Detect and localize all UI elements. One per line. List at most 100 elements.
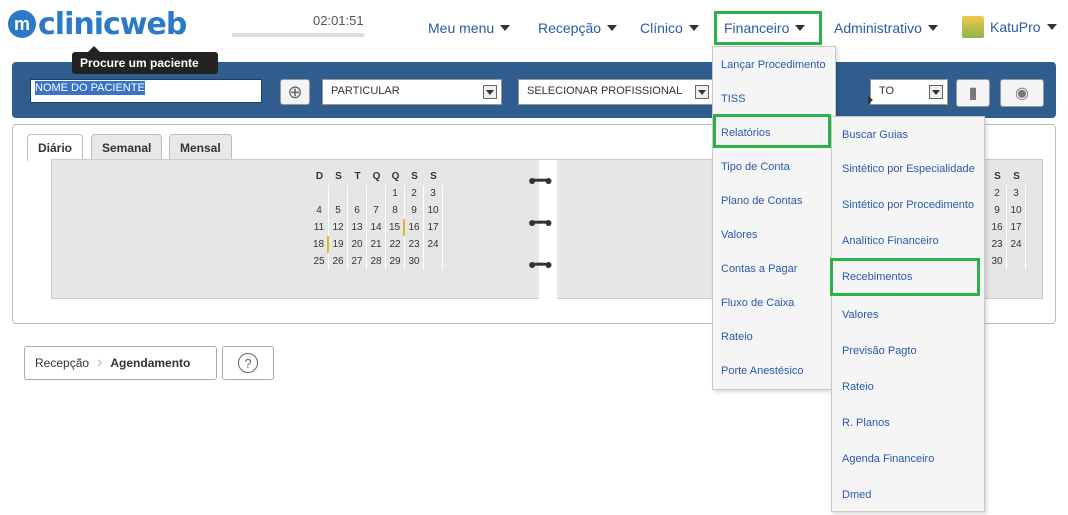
nav-meu-menu[interactable]: Meu menu [428,20,511,36]
menu-item-fluxo-de-caixa[interactable]: Fluxo de Caixa [721,297,794,309]
calendar-day[interactable]: 2 [405,185,424,202]
calendar-day[interactable]: 28 [367,253,386,270]
weekday-label: S [994,171,1001,182]
third-select[interactable]: TO [870,79,948,105]
calendar-day[interactable]: 2 [988,185,1007,202]
nav-clinico[interactable]: Clínico [640,20,699,36]
calendar-day[interactable]: 17 [1007,219,1026,236]
calendar-day[interactable]: 8 [386,202,405,219]
chevron-down-icon [688,25,699,31]
help-button[interactable]: ? [222,346,274,380]
plan-select[interactable]: PARTICULAR [322,79,502,105]
calendar-day[interactable] [367,185,386,202]
calendar-day[interactable]: 29 [386,253,405,270]
calendar-day[interactable] [1007,253,1026,270]
submenu-item-dmed[interactable]: Dmed [842,489,871,501]
calendar-day[interactable]: 21 [367,236,386,253]
calendar-day[interactable]: 16 [988,219,1007,236]
submenu-item-valores[interactable]: Valores [842,309,878,321]
calendar-day[interactable]: 11 [310,219,329,236]
nav-label: Meu menu [428,20,495,36]
financeiro-menu: Lançar Procedimento TISS Relatórios Tipo… [712,46,836,390]
nav-administrativo[interactable]: Administrativo [834,20,938,36]
calendar-day[interactable]: 20 [348,236,367,253]
plan-select-value: PARTICULAR [331,85,400,97]
calendar-day[interactable]: 17 [424,219,443,236]
calendar-day[interactable]: 3 [1007,185,1026,202]
breadcrumb-root[interactable]: Recepção [35,356,89,370]
submenu-item-agenda-financeiro[interactable]: Agenda Financeiro [842,453,934,465]
calendar-day[interactable]: 25 [310,253,329,270]
calendar-day[interactable] [424,253,443,270]
calendar-day[interactable]: 10 [424,202,443,219]
menu-item-rateio[interactable]: Rateio [721,331,753,343]
submenu-item-rateio[interactable]: Rateio [842,381,874,393]
calendar-day[interactable]: 30 [405,253,424,270]
submenu-item-sintetico-procedimento[interactable]: Sintético por Procedimento [842,199,974,211]
clinicweb-logo[interactable]: m clinicweb [8,6,187,42]
calendar-month-left: D S T Q Q S S 1 2 3 4 5 6 7 8 9 10 11 12… [310,168,443,270]
calendar-day[interactable]: 7 [367,202,386,219]
weekday-label: Q [372,171,381,182]
calendar-day[interactable]: 12 [329,219,348,236]
calendar-day[interactable]: 9 [405,202,424,219]
menu-item-valores[interactable]: Valores [721,229,757,241]
book-button[interactable]: ▮ [956,79,990,107]
view-button[interactable]: ◉ [1000,79,1044,107]
calendar-day[interactable]: 27 [348,253,367,270]
calendar-day[interactable]: 16 [405,219,424,236]
breadcrumb: Recepção › Agendamento [24,346,217,380]
submenu-item-r-planos[interactable]: R. Planos [842,417,890,429]
nav-user[interactable]: KatuPro [962,16,1057,38]
submenu-item-buscar-guias[interactable]: Buscar Guias [842,129,908,141]
calendar-day[interactable]: 10 [1007,202,1026,219]
financeiro-highlight [714,11,822,45]
tab-diario[interactable]: Diário [27,134,84,161]
calendar-day[interactable] [310,185,329,202]
menu-item-tipo-de-conta[interactable]: Tipo de Conta [721,161,790,173]
nav-label: Clínico [640,20,683,36]
calendar-day[interactable]: 4 [310,202,329,219]
calendar-day[interactable]: 19 [329,236,348,253]
calendar-day[interactable] [329,185,348,202]
calendar-day[interactable]: 9 [988,202,1007,219]
menu-item-contas-a-pagar[interactable]: Contas a Pagar [721,263,797,275]
tab-semanal[interactable]: Semanal [91,134,163,160]
menu-item-porte-anestesico[interactable]: Porte Anestésico [721,365,804,377]
patient-search-input[interactable]: NOME DO PACIENTE [30,79,262,103]
calendar-day[interactable]: 5 [329,202,348,219]
menu-item-lancar-procedimento[interactable]: Lançar Procedimento [721,59,826,71]
submenu-item-sintetico-especialidade[interactable]: Sintético por Especialidade [842,163,975,175]
calendar-day[interactable]: 23 [405,236,424,253]
calendar-day[interactable]: 26 [329,253,348,270]
calendar-day[interactable]: 6 [348,202,367,219]
professional-select[interactable]: SELECIONAR PROFISSIONAL [518,79,714,105]
add-patient-button[interactable]: ⊕ [280,79,310,105]
nav-recepcao[interactable]: Recepção [538,20,618,36]
menu-item-plano-de-contas[interactable]: Plano de Contas [721,195,802,207]
calendar-day[interactable]: 1 [386,185,405,202]
submenu-item-previsao-pagto[interactable]: Previsão Pagto [842,345,917,357]
calendar-day[interactable]: 24 [1007,236,1026,253]
professional-select-value: SELECIONAR PROFISSIONAL [527,85,683,97]
calendar-day[interactable]: 3 [424,185,443,202]
calendar-day[interactable]: 30 [988,253,1007,270]
weekday-label: S [430,171,437,182]
calendar-day[interactable]: 18 [310,236,329,253]
calendar-day[interactable]: 14 [367,219,386,236]
calendar-day[interactable]: 23 [988,236,1007,253]
recebimentos-highlight [830,258,980,296]
submenu-item-analitico-financeiro[interactable]: Analítico Financeiro [842,235,939,247]
calendar-day[interactable]: 13 [348,219,367,236]
chevron-down-icon [607,25,618,31]
calendar-day[interactable]: 22 [386,236,405,253]
menu-item-tiss[interactable]: TISS [721,93,745,105]
third-select-value: TO [879,85,895,97]
session-progress-bar [232,33,364,37]
calendar-day[interactable] [348,185,367,202]
relatorios-highlight [713,114,831,148]
tab-mensal[interactable]: Mensal [169,134,232,160]
chevron-down-icon [500,25,511,31]
calendar-day-today[interactable]: 15 [386,219,405,236]
calendar-day[interactable]: 24 [424,236,443,253]
